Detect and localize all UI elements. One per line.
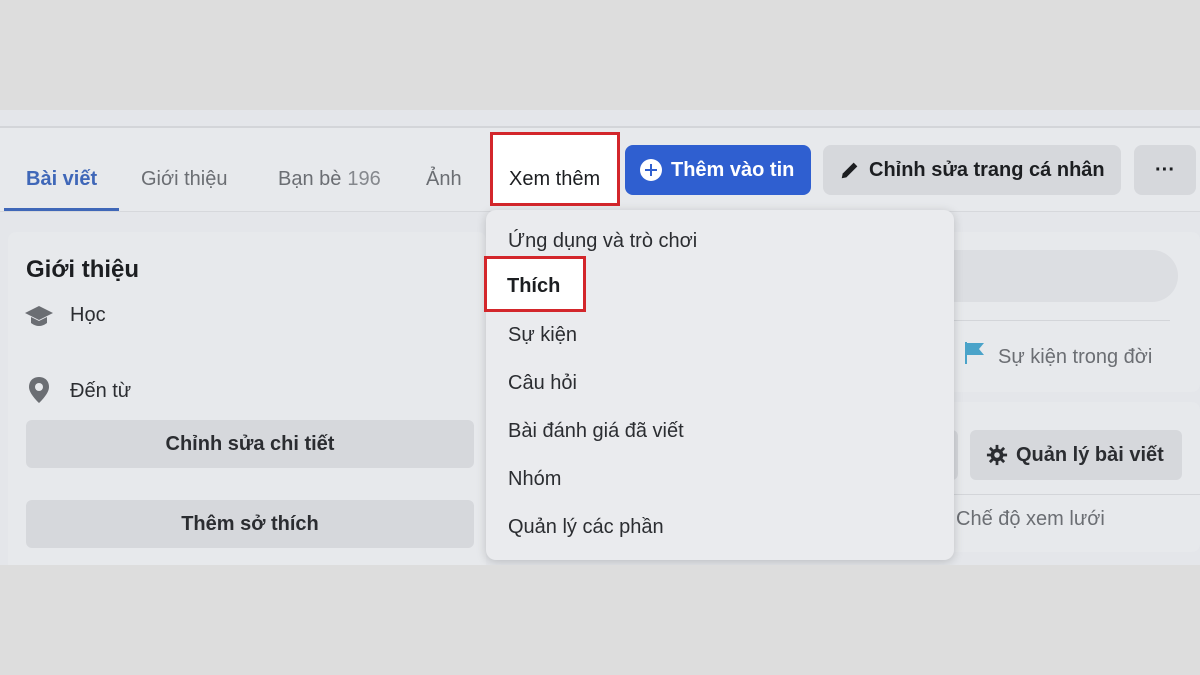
menu-item-events[interactable]: Sự kiện [508,324,577,347]
friends-count: 196 [347,168,381,190]
menu-item-reviews-written[interactable]: Bài đánh giá đã viết [508,420,684,443]
location-pin-icon [29,377,49,403]
tab-more-highlight[interactable]: Xem thêm [490,132,620,206]
tab-about[interactable]: Giới thiệu [141,168,227,191]
intro-title: Giới thiệu [26,256,140,283]
gear-icon [986,444,1008,466]
menu-item-manage-sections[interactable]: Quản lý các phần [508,516,664,539]
edit-details-button[interactable]: Chỉnh sửa chi tiết [26,420,474,468]
grid-view-tab[interactable]: Chế độ xem lưới [956,508,1105,531]
tab-photos[interactable]: Ảnh [426,168,462,191]
graduation-cap-icon [25,306,53,326]
life-event-label[interactable]: Sự kiện trong đời [998,346,1152,369]
tab-friends[interactable]: Bạn bè 196 [278,168,381,191]
add-hobbies-button[interactable]: Thêm sở thích [26,500,474,548]
pencil-icon [841,162,858,179]
add-story-label: Thêm vào tin [671,158,795,181]
manage-posts-button[interactable]: Quản lý bài viết [970,430,1182,480]
more-options-button[interactable]: ··· [1134,145,1196,195]
tab-more: Xem thêm [509,168,601,190]
tab-posts[interactable]: Bài viết [26,168,97,191]
from-text: Đến từ [70,380,132,402]
facebook-profile-screenshot: Bài viết Giới thiệu Bạn bè 196 Ảnh Xem th… [0,110,1200,565]
active-tab-indicator [4,208,119,211]
menu-item-groups[interactable]: Nhóm [508,468,561,491]
post-composer-input[interactable] [930,250,1178,302]
more-dropdown-menu: Ứng dụng và trò chơi Thích Sự kiện Câu h… [484,210,954,560]
menu-item-likes: Thích [507,275,561,297]
flag-icon [965,342,984,364]
posts-filter-card: Quản lý bài viết Chế độ xem lưới [930,402,1200,552]
composer-divider [930,320,1170,321]
edit-profile-label: Chỉnh sửa trang cá nhân [869,158,1105,181]
menu-item-questions[interactable]: Câu hỏi [508,372,577,395]
plus-circle-icon [640,159,662,181]
menu-item-likes-highlight[interactable]: Thích [484,256,586,312]
manage-posts-label: Quản lý bài viết [1016,443,1164,466]
add-story-button[interactable]: Thêm vào tin [625,145,811,195]
bottom-margin [0,565,1200,675]
profile-tab-bar: Bài viết Giới thiệu Bạn bè 196 Ảnh Xem th… [0,128,1200,212]
menu-item-apps-games[interactable]: Ứng dụng và trò chơi [508,230,697,253]
create-post-card: Sự kiện trong đời [930,232,1200,392]
study-text: Học [70,304,106,326]
filter-divider [930,494,1200,495]
edit-profile-button[interactable]: Chỉnh sửa trang cá nhân [823,145,1121,195]
intro-card: Giới thiệu Học Đến từ Chỉnh sửa chi tiết… [8,232,486,565]
tab-friends-label: Bạn bè [278,168,342,190]
ellipsis-icon: ··· [1155,158,1175,181]
